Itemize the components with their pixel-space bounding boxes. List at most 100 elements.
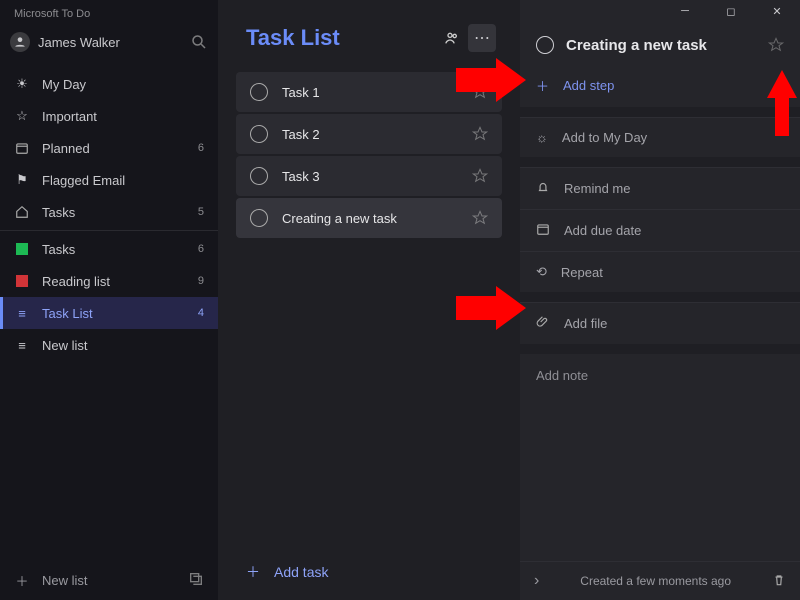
star-icon[interactable] — [472, 84, 488, 100]
nav-count: 6 — [198, 142, 204, 154]
add-task-button[interactable]: ＋ Add task — [218, 548, 520, 600]
complete-circle[interactable] — [250, 167, 268, 185]
task-row[interactable]: Task 3 — [236, 156, 502, 196]
nav-label: Task List — [42, 306, 93, 321]
home-icon — [14, 204, 30, 220]
remind-me[interactable]: Remind me — [520, 167, 800, 209]
new-list-button[interactable]: ＋ New list — [0, 561, 218, 600]
divider — [0, 230, 218, 231]
task-row[interactable]: Creating a new task — [236, 198, 502, 238]
detail-footer: › Created a few moments ago — [520, 561, 800, 600]
complete-circle[interactable] — [250, 83, 268, 101]
row-label: Add file — [564, 316, 607, 331]
add-task-label: Add task — [274, 564, 328, 580]
add-note[interactable]: Add note — [520, 354, 800, 444]
smart-lists: ☀ My Day ☆ Important Planned 6 ⚑ Flagged… — [0, 58, 218, 361]
list-icon: ≡ — [14, 305, 30, 321]
add-file[interactable]: Add file — [520, 302, 800, 344]
detail-title[interactable]: Creating a new task — [566, 37, 756, 54]
main-pane: Task List ⋯ Task 1 Task 2 Task 3 — [218, 0, 520, 600]
attachment-icon — [536, 315, 550, 332]
star-icon: ☆ — [14, 108, 30, 124]
more-button[interactable]: ⋯ — [468, 24, 496, 52]
nav-label: New list — [42, 338, 88, 353]
created-label: Created a few moments ago — [539, 574, 772, 588]
nav-label: Planned — [42, 141, 90, 156]
calendar-icon — [536, 222, 550, 239]
avatar — [10, 32, 30, 52]
task-title: Task 3 — [282, 169, 472, 184]
add-due-date[interactable]: Add due date — [520, 209, 800, 251]
share-button[interactable] — [438, 24, 466, 52]
star-icon[interactable] — [472, 126, 488, 142]
row-label: Add due date — [564, 223, 641, 238]
list-icon: ≡ — [14, 337, 30, 353]
task-row[interactable]: Task 2 — [236, 114, 502, 154]
nav-count: 6 — [198, 243, 204, 255]
list-color-icon — [14, 241, 30, 257]
new-group-icon[interactable] — [188, 571, 204, 590]
sidebar: Microsoft To Do James Walker ☀ My Day ☆ … — [0, 0, 218, 600]
nav-label: Flagged Email — [42, 173, 125, 188]
nav-tasks[interactable]: Tasks 5 — [0, 196, 218, 228]
task-list: Task 1 Task 2 Task 3 Creating a new task — [218, 60, 520, 252]
sun-icon: ☼ — [536, 130, 548, 145]
flag-icon: ⚑ — [14, 172, 30, 188]
list-item-reading[interactable]: Reading list 9 — [0, 265, 218, 297]
add-to-my-day[interactable]: ☼ Add to My Day — [520, 117, 800, 157]
list-title: Task List — [246, 25, 340, 51]
nav-important[interactable]: ☆ Important — [0, 100, 218, 132]
nav-flagged[interactable]: ⚑ Flagged Email — [0, 164, 218, 196]
bell-icon — [536, 180, 550, 197]
repeat[interactable]: ⟲ Repeat — [520, 251, 800, 292]
task-title: Task 1 — [282, 85, 472, 100]
plus-icon: ＋ — [14, 571, 30, 590]
calendar-icon — [14, 140, 30, 156]
new-list-label: New list — [42, 573, 88, 588]
star-icon[interactable] — [768, 37, 784, 53]
nav-count: 5 — [198, 206, 204, 218]
nav-label: Important — [42, 109, 97, 124]
star-icon[interactable] — [472, 168, 488, 184]
repeat-icon: ⟲ — [536, 264, 547, 280]
app-title: Microsoft To Do — [0, 0, 218, 26]
nav-my-day[interactable]: ☀ My Day — [0, 68, 218, 100]
task-row[interactable]: Task 1 — [236, 72, 502, 112]
list-item-task-list[interactable]: ≡ Task List 4 — [0, 297, 218, 329]
nav-label: My Day — [42, 77, 86, 92]
delete-icon[interactable] — [772, 573, 786, 590]
complete-circle[interactable] — [250, 209, 268, 227]
complete-circle[interactable] — [250, 125, 268, 143]
list-header: Task List ⋯ — [218, 0, 520, 60]
nav-count: 9 — [198, 275, 204, 287]
detail-header: Creating a new task — [520, 22, 800, 64]
user-name: James Walker — [38, 35, 182, 50]
list-item-new-list[interactable]: ≡ New list — [0, 329, 218, 361]
row-label: Add to My Day — [562, 130, 647, 145]
close-button[interactable]: ✕ — [754, 0, 800, 22]
details-panel: ─ ◻ ✕ Creating a new task ＋ Add step ☼ A… — [520, 0, 800, 600]
list-item-tasks[interactable]: Tasks 6 — [0, 233, 218, 265]
row-label: Remind me — [564, 181, 630, 196]
nav-label: Tasks — [42, 242, 75, 257]
task-title: Creating a new task — [282, 211, 472, 226]
nav-count: 4 — [198, 307, 204, 319]
list-color-icon — [14, 273, 30, 289]
maximize-button[interactable]: ◻ — [708, 0, 754, 22]
row-label: Repeat — [561, 265, 603, 280]
nav-label: Tasks — [42, 205, 75, 220]
complete-circle[interactable] — [536, 36, 554, 54]
user-row[interactable]: James Walker — [0, 26, 218, 58]
minimize-button[interactable]: ─ — [662, 0, 708, 22]
task-title: Task 2 — [282, 127, 472, 142]
plus-icon: ＋ — [536, 76, 549, 95]
plus-icon: ＋ — [246, 562, 260, 582]
window-controls: ─ ◻ ✕ — [520, 0, 800, 22]
add-step-label: Add step — [563, 78, 614, 93]
search-icon[interactable] — [190, 33, 208, 51]
sun-icon: ☀ — [14, 76, 30, 92]
nav-label: Reading list — [42, 274, 110, 289]
star-icon[interactable] — [472, 210, 488, 226]
nav-planned[interactable]: Planned 6 — [0, 132, 218, 164]
add-step-button[interactable]: ＋ Add step — [520, 64, 800, 107]
